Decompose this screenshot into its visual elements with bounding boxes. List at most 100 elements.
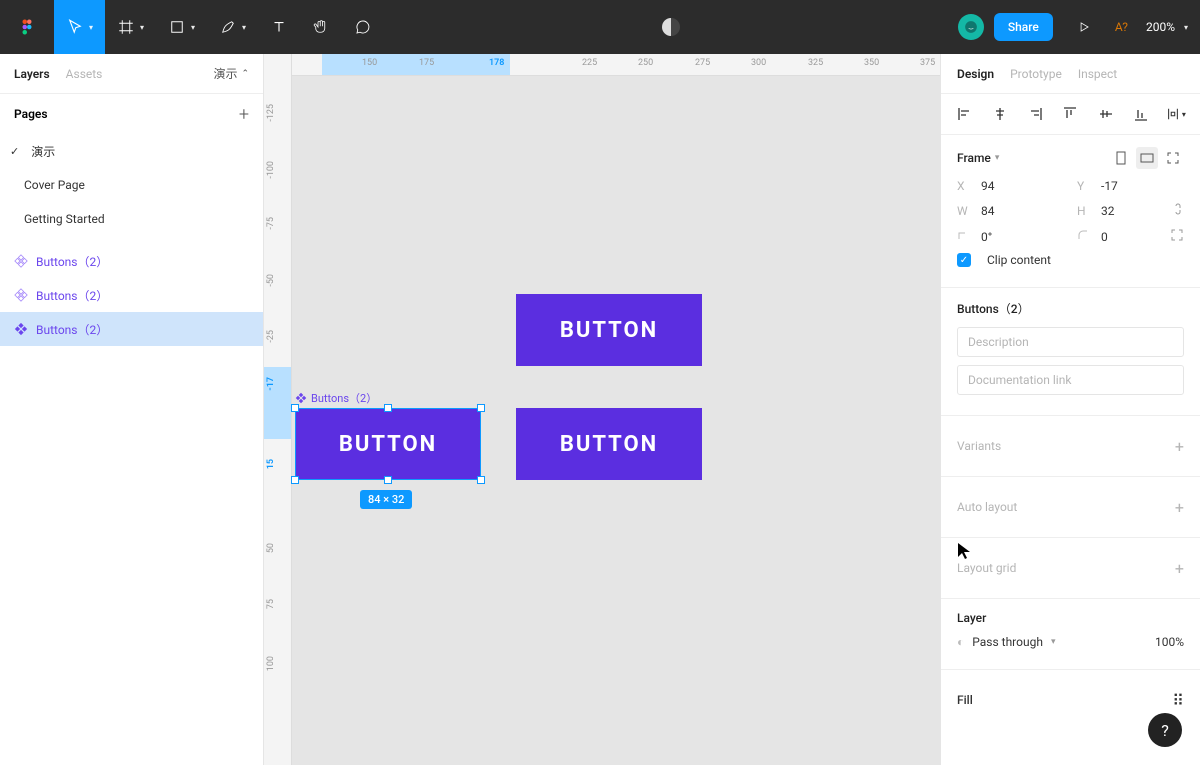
component-section: Buttons（2）	[941, 288, 1200, 416]
ruler-h-highlight	[322, 54, 510, 75]
documentation-input[interactable]	[957, 365, 1184, 395]
selection-handle[interactable]	[384, 476, 392, 484]
hand-tool[interactable]	[300, 0, 342, 54]
canvas[interactable]: BUTTON BUTTON BUTTON Buttons（2） 84 × 32	[292, 76, 940, 765]
align-left-icon[interactable]	[955, 104, 975, 124]
zoom-value: 200%	[1146, 20, 1175, 34]
autolayout-section: Auto layout+	[941, 477, 1200, 538]
text-icon	[270, 18, 288, 36]
tab-inspect[interactable]: Inspect	[1078, 67, 1117, 81]
selection-handle[interactable]	[291, 404, 299, 412]
rotation-input[interactable]: 0°	[981, 230, 1041, 244]
contrast-icon	[662, 18, 680, 36]
layer-item[interactable]: Buttons（2）	[0, 244, 263, 278]
figma-menu[interactable]	[0, 0, 54, 54]
tab-layers[interactable]: Layers	[14, 67, 50, 81]
align-bottom-icon[interactable]	[1131, 104, 1151, 124]
landscape-button[interactable]	[1136, 147, 1158, 169]
blend-icon: ◐	[957, 635, 964, 649]
clip-content-checkbox[interactable]: ✓	[957, 253, 971, 267]
page-dropdown[interactable]: 演示 ⌃	[213, 65, 249, 82]
portrait-button[interactable]	[1110, 147, 1132, 169]
left-panel: Layers Assets 演示 ⌃ Pages + 演示 Cover Page…	[0, 54, 264, 765]
canvas-area[interactable]: 150175178225250275300325350375 -125-100-…	[264, 54, 940, 765]
layoutgrid-label: Layout grid	[957, 561, 1016, 575]
ruler-horizontal: 150175178225250275300325350375	[292, 54, 940, 76]
align-top-icon[interactable]	[1060, 104, 1080, 124]
pages-header: Pages +	[0, 94, 263, 134]
comment-tool[interactable]	[342, 0, 384, 54]
button-component-1[interactable]: BUTTON	[516, 294, 702, 366]
selection-handle[interactable]	[477, 404, 485, 412]
rotation-icon	[957, 229, 973, 244]
chevron-down-icon: ▾	[242, 23, 246, 32]
selection-handle[interactable]	[291, 476, 299, 484]
frame-tool[interactable]: ▾	[105, 0, 156, 54]
y-input[interactable]: -17	[1101, 179, 1161, 193]
fit-button[interactable]	[1162, 147, 1184, 169]
page-item[interactable]: Cover Page	[0, 168, 263, 202]
selection-handle[interactable]	[384, 404, 392, 412]
tab-design[interactable]: Design	[957, 67, 994, 81]
ruler-tick: -75	[266, 217, 276, 230]
component-icon	[14, 322, 28, 336]
selection-label[interactable]: Buttons（2）	[295, 390, 377, 406]
independent-corners-icon[interactable]	[1170, 228, 1184, 245]
present-button[interactable]	[1065, 0, 1103, 54]
align-right-icon[interactable]	[1025, 104, 1045, 124]
description-input[interactable]	[957, 327, 1184, 357]
distribute-icon[interactable]: ▾	[1166, 104, 1186, 124]
cursor-icon	[66, 18, 84, 36]
comment-icon	[354, 18, 372, 36]
h-input[interactable]: 32	[1101, 204, 1161, 218]
blend-mode-dropdown[interactable]: Pass through	[972, 635, 1043, 649]
tab-assets[interactable]: Assets	[66, 67, 103, 81]
ruler-tick: 300	[751, 58, 766, 68]
fill-section: Fill⠿	[941, 670, 1200, 718]
tab-prototype[interactable]: Prototype	[1010, 67, 1062, 81]
top-toolbar: ▾ ▾ ▾ ▾ Share A? 200% ▾	[0, 0, 1200, 54]
add-autolayout-button[interactable]: +	[1175, 498, 1184, 517]
x-input[interactable]: 94	[981, 179, 1041, 193]
layer-label: Buttons（2）	[36, 287, 108, 304]
ruler-tick: -25	[266, 330, 276, 343]
button-component-2[interactable]: BUTTON	[516, 408, 702, 480]
add-layoutgrid-button[interactable]: +	[1175, 559, 1184, 578]
layer-item[interactable]: Buttons（2）	[0, 278, 263, 312]
play-icon	[1077, 20, 1091, 34]
layer-label: Buttons（2）	[36, 253, 108, 270]
corner-input[interactable]: 0	[1101, 230, 1161, 244]
share-button[interactable]: Share	[994, 13, 1053, 41]
zoom-dropdown[interactable]: 200% ▾	[1146, 20, 1188, 34]
layer-item-selected[interactable]: Buttons（2）	[0, 312, 263, 346]
w-input[interactable]: 84	[981, 204, 1041, 218]
move-tool[interactable]: ▾	[54, 0, 105, 54]
ruler-tick: -125	[266, 104, 276, 122]
component-name: Buttons（2）	[957, 300, 1030, 317]
page-item[interactable]: Getting Started	[0, 202, 263, 236]
frame-section: Frame ▾ X 94 Y -17 W 84 H	[941, 135, 1200, 288]
text-tool[interactable]	[258, 0, 300, 54]
layer-section: Layer ◐ Pass through ▾ 100%	[941, 599, 1200, 670]
rectangle-icon	[168, 18, 186, 36]
pen-tool[interactable]: ▾	[207, 0, 258, 54]
page-item-active[interactable]: 演示	[0, 134, 263, 168]
user-avatar[interactable]	[958, 14, 984, 40]
ruler-tick: 100	[266, 656, 276, 671]
link-wh-icon[interactable]	[1172, 201, 1184, 220]
help-button[interactable]: ?	[1148, 713, 1182, 747]
main-area: Layers Assets 演示 ⌃ Pages + 演示 Cover Page…	[0, 54, 1200, 765]
frame-label[interactable]: Frame	[957, 151, 991, 165]
selection-handle[interactable]	[477, 476, 485, 484]
add-page-button[interactable]: +	[239, 104, 249, 125]
align-hcenter-icon[interactable]	[990, 104, 1010, 124]
add-variant-button[interactable]: +	[1175, 437, 1184, 456]
align-vcenter-icon[interactable]	[1096, 104, 1116, 124]
chevron-down-icon[interactable]: ▾	[995, 153, 1000, 163]
appearance-toggle[interactable]	[650, 0, 692, 54]
missing-fonts-indicator[interactable]: A?	[1115, 20, 1128, 34]
add-fill-button[interactable]: ⠿	[1172, 691, 1184, 710]
opacity-input[interactable]: 100%	[1155, 635, 1184, 649]
shape-tool[interactable]: ▾	[156, 0, 207, 54]
ruler-tick: 178	[489, 58, 504, 68]
